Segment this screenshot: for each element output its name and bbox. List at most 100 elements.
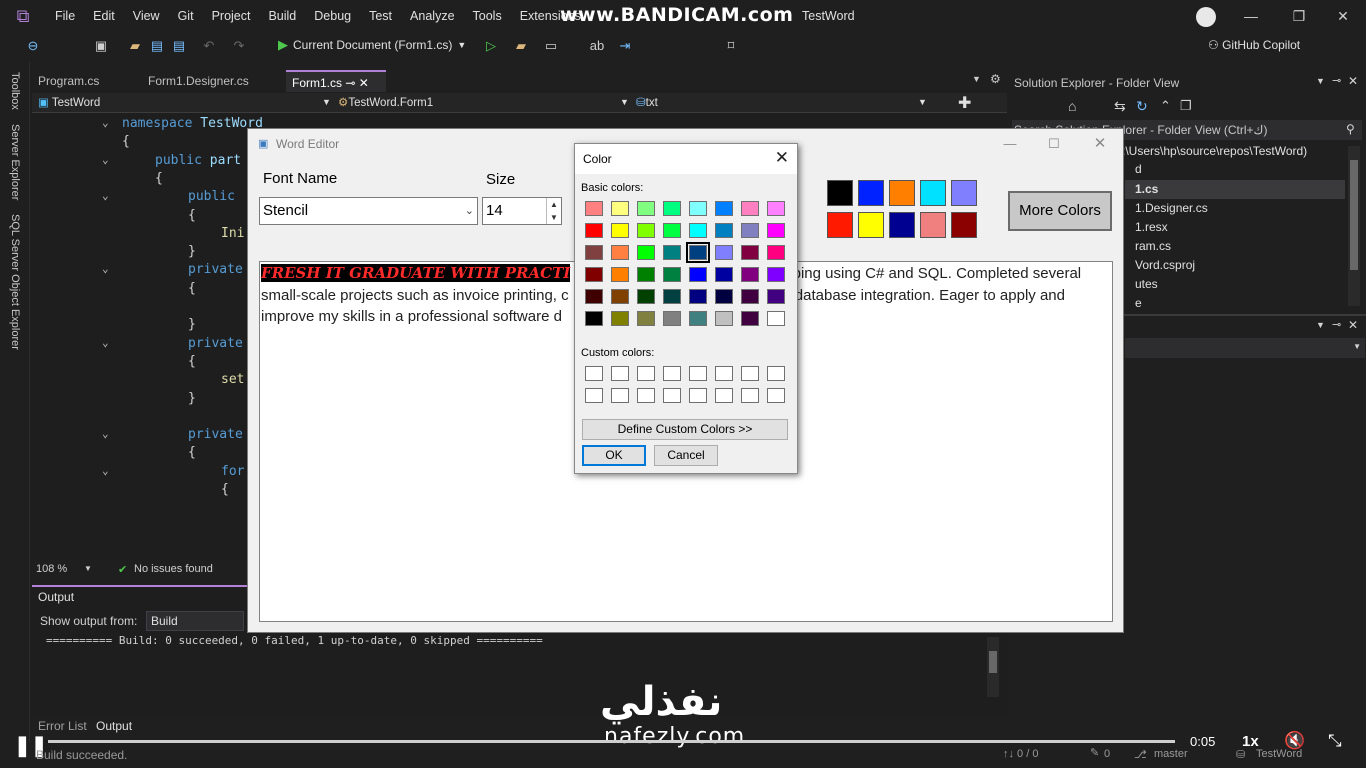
menu-item-build[interactable]: Build [259, 0, 305, 32]
tab-error-list[interactable]: Error List [38, 719, 87, 733]
cancel-button[interactable]: Cancel [654, 445, 718, 466]
collapse-icon[interactable]: ⌃ [1160, 98, 1171, 114]
basic-color-cell[interactable] [689, 201, 707, 216]
close-icon[interactable]: ✕ [775, 148, 789, 168]
output-scrollbar[interactable] [987, 637, 999, 697]
tab-close-icon[interactable]: ✕ [359, 76, 369, 90]
form-close-icon[interactable]: ✕ [1078, 133, 1122, 155]
fold-toggle-icon[interactable]: ⌄ [102, 427, 109, 440]
form-maximize-icon[interactable]: ☐ [1032, 133, 1076, 155]
basic-color-cell[interactable] [663, 267, 681, 282]
home-icon[interactable]: ⌂ [1068, 98, 1076, 114]
undo-icon[interactable]: ↶ [200, 38, 218, 54]
settings-gear-icon[interactable]: ⚙ [990, 72, 1001, 86]
code-line[interactable]: private [188, 427, 243, 442]
basic-color-cell[interactable] [611, 311, 629, 326]
tab-overflow-icon[interactable]: ▼ [972, 74, 981, 84]
custom-color-cell[interactable] [663, 366, 681, 381]
solution-item[interactable]: d [1135, 162, 1142, 176]
font-name-combobox[interactable]: Stencil ⌄ [259, 197, 478, 225]
member-dropdown[interactable]: ⛁txt [636, 95, 658, 109]
color-swatch[interactable] [951, 212, 977, 238]
basic-color-cell[interactable] [767, 311, 785, 326]
basic-color-cell[interactable] [585, 311, 603, 326]
custom-color-cell[interactable] [767, 388, 785, 403]
close-icon[interactable]: ✕ [1320, 0, 1366, 32]
code-line[interactable]: Ini [221, 226, 244, 241]
exit-fullscreen-icon[interactable]: ⤡ [1328, 731, 1342, 751]
open-folder-icon[interactable]: ▰ [126, 38, 144, 54]
class-dropdown[interactable]: ⚙TestWord.Form1 [338, 95, 433, 109]
color-swatch[interactable] [858, 212, 884, 238]
basic-color-cell[interactable] [663, 201, 681, 216]
custom-color-cell[interactable] [741, 366, 759, 381]
account-avatar[interactable] [1196, 7, 1216, 27]
switch-views-icon[interactable]: ⇆ [1114, 98, 1126, 115]
sql-explorer-tab[interactable]: SQL Server Object Explorer [9, 214, 21, 350]
custom-color-cell[interactable] [689, 366, 707, 381]
basic-color-cell[interactable] [741, 201, 759, 216]
solution-path[interactable]: :\Users\hp\source\repos\TestWord) [1122, 144, 1307, 158]
output-source-select[interactable]: Build [146, 611, 244, 631]
fold-toggle-icon[interactable]: ⌄ [102, 189, 109, 202]
pin-icon[interactable]: ⊸ [1332, 318, 1341, 331]
basic-color-cell[interactable] [663, 245, 681, 260]
down-arrow-icon[interactable]: ▼ [547, 211, 561, 224]
code-line[interactable]: public [188, 189, 235, 204]
basic-color-cell[interactable] [585, 223, 603, 238]
code-line[interactable]: { [188, 281, 196, 296]
basic-color-cell[interactable] [585, 201, 603, 216]
copy-icon[interactable]: ❐ [1180, 98, 1192, 114]
basic-color-cell[interactable] [715, 223, 733, 238]
split-add-icon[interactable]: ✚ [958, 93, 971, 113]
mute-icon[interactable]: 🔇 [1284, 731, 1305, 751]
close-panel-icon[interactable]: ✕ [1348, 318, 1358, 332]
code-line[interactable]: for [221, 464, 244, 479]
basic-color-cell[interactable] [585, 289, 603, 304]
custom-color-cell[interactable] [689, 388, 707, 403]
bookmark-icon[interactable]: ⌑ [722, 38, 740, 54]
start-button[interactable]: ▶ Current Document (Form1.cs) ▼ [278, 37, 466, 53]
restore-icon[interactable]: ❐ [1276, 0, 1322, 32]
code-line[interactable]: { [122, 134, 130, 149]
basic-color-cell[interactable] [767, 245, 785, 260]
project-dropdown[interactable]: ▣ TestWord [38, 95, 100, 109]
custom-color-cell[interactable] [637, 366, 655, 381]
solution-item[interactable]: 1.resx [1135, 220, 1168, 234]
code-line[interactable]: public part [155, 153, 241, 168]
basic-color-cell[interactable] [637, 201, 655, 216]
basic-color-cell[interactable] [585, 267, 603, 282]
tab-program[interactable]: Program.cs [32, 70, 142, 92]
code-line[interactable]: } [188, 244, 196, 259]
custom-color-cell[interactable] [767, 366, 785, 381]
basic-color-cell[interactable] [715, 289, 733, 304]
custom-color-cell[interactable] [663, 388, 681, 403]
solution-item[interactable]: e [1135, 296, 1142, 310]
form-minimize-icon[interactable]: — [988, 133, 1032, 155]
code-line[interactable]: } [188, 317, 196, 332]
solution-item[interactable]: 1.cs [1135, 182, 1158, 196]
refresh-icon[interactable]: ↻ [1136, 98, 1148, 115]
back-icon[interactable]: ⊖ [24, 38, 42, 54]
basic-color-cell[interactable] [767, 223, 785, 238]
custom-color-cell[interactable] [715, 388, 733, 403]
fold-toggle-icon[interactable]: ⌄ [102, 262, 109, 275]
solution-item[interactable]: Vord.csproj [1135, 258, 1195, 272]
close-panel-icon[interactable]: ✕ [1348, 74, 1358, 88]
playback-speed[interactable]: 1x [1242, 733, 1259, 750]
code-line[interactable]: } [188, 391, 196, 406]
properties-dropdown[interactable]: ▼ [1125, 338, 1365, 358]
code-line[interactable]: namespace TestWord [122, 116, 263, 131]
custom-color-cell[interactable] [611, 366, 629, 381]
step-icon[interactable]: ⇥ [616, 38, 634, 54]
custom-color-cell[interactable] [741, 388, 759, 403]
branch-name[interactable]: master [1154, 748, 1188, 760]
basic-color-cell[interactable] [663, 223, 681, 238]
basic-color-cell[interactable] [663, 289, 681, 304]
basic-color-cell[interactable] [715, 201, 733, 216]
line-counts[interactable]: ↑↓ 0 / 0 [1003, 748, 1038, 760]
code-line[interactable]: { [188, 208, 196, 223]
new-project-icon[interactable]: ▣ [92, 38, 110, 54]
basic-color-cell[interactable] [689, 267, 707, 282]
ok-button[interactable]: OK [582, 445, 646, 466]
